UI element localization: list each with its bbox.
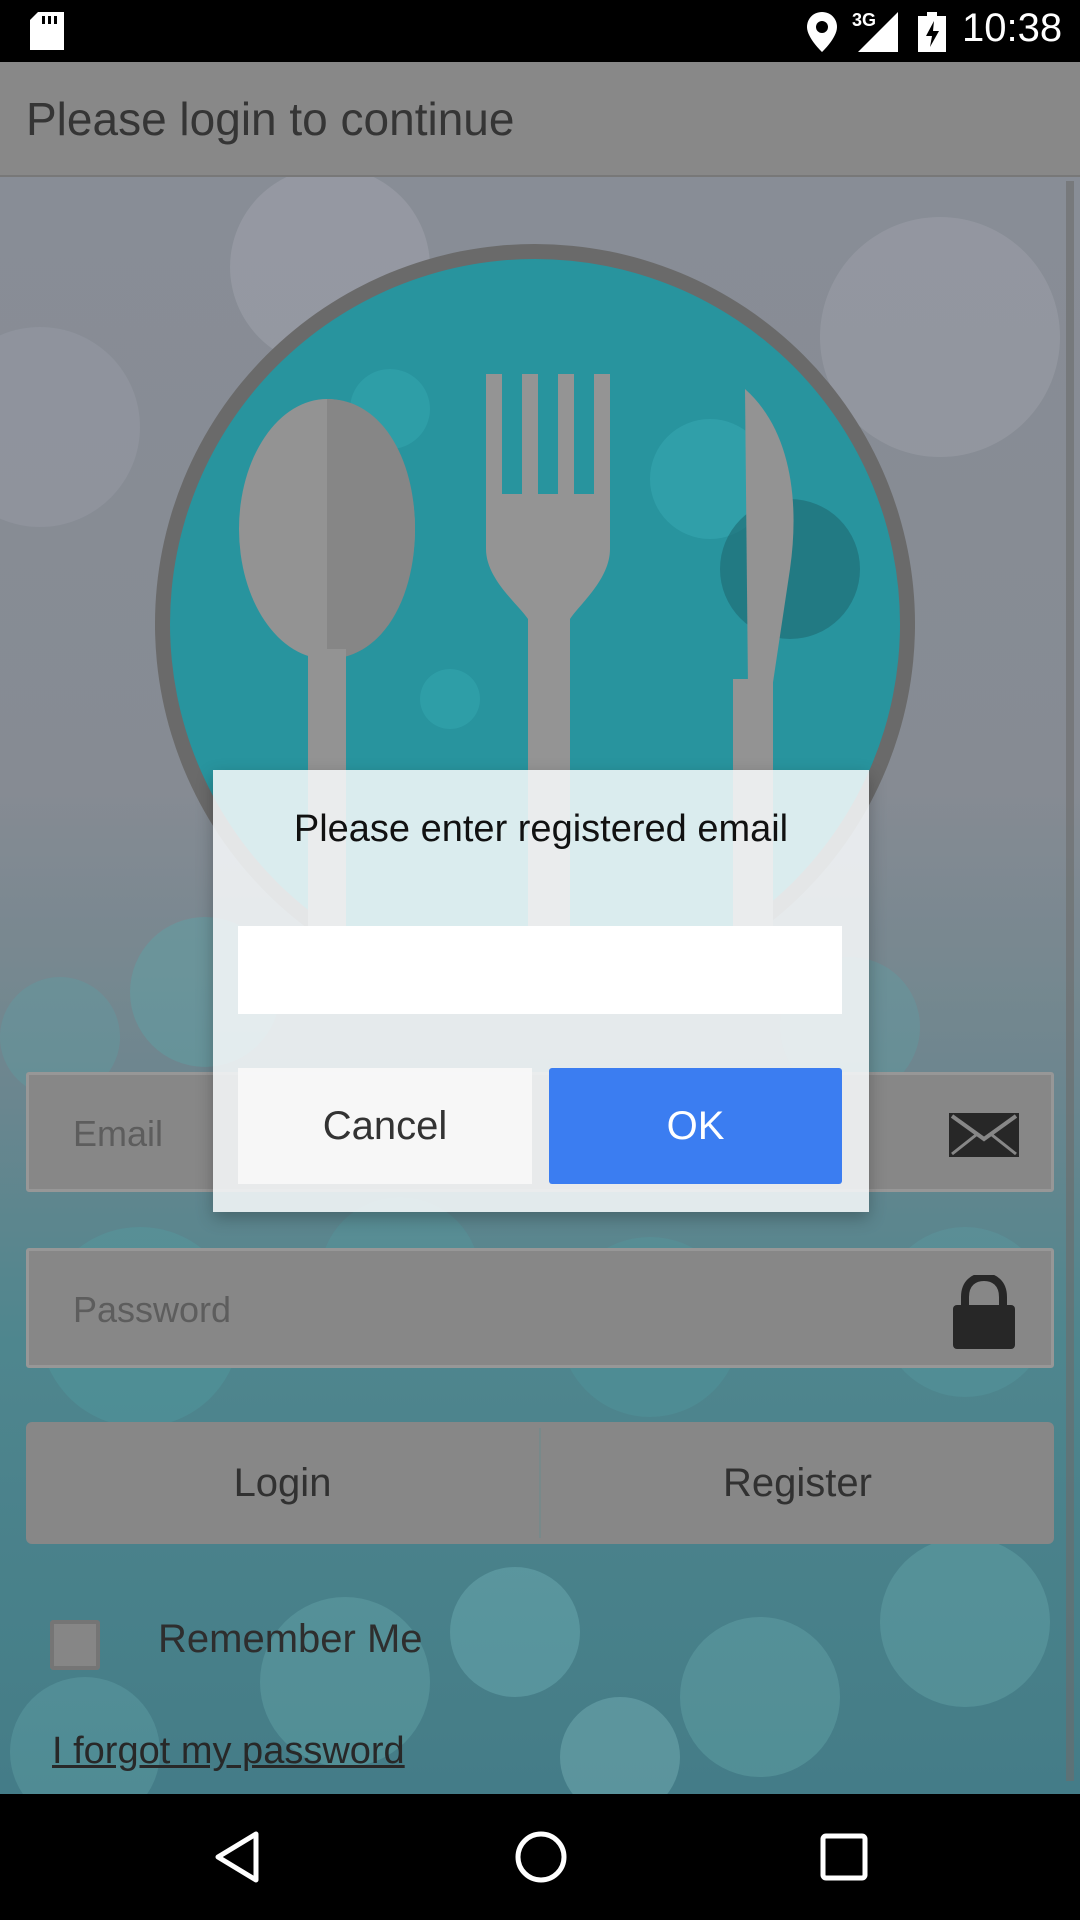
back-icon[interactable] <box>212 1830 262 1884</box>
clock: 10:38 <box>962 6 1063 50</box>
login-screen: Please login to continue Email Password … <box>0 62 1080 1794</box>
status-bar: 3G 10:38 <box>0 0 1080 62</box>
signal-icon <box>858 12 898 52</box>
cancel-button[interactable]: Cancel <box>238 1068 532 1184</box>
dialog-title: Please enter registered email <box>293 808 789 850</box>
registered-email-input[interactable] <box>238 926 842 1014</box>
battery-charging-icon <box>918 12 946 52</box>
ok-button[interactable]: OK <box>549 1068 842 1184</box>
sd-card-icon <box>30 12 64 50</box>
location-icon <box>807 12 837 52</box>
recents-icon[interactable] <box>820 1833 868 1881</box>
navigation-bar <box>0 1794 1080 1920</box>
home-icon[interactable] <box>514 1830 568 1884</box>
forgot-password-dialog: Please enter registered email Cancel OK <box>213 770 869 1212</box>
